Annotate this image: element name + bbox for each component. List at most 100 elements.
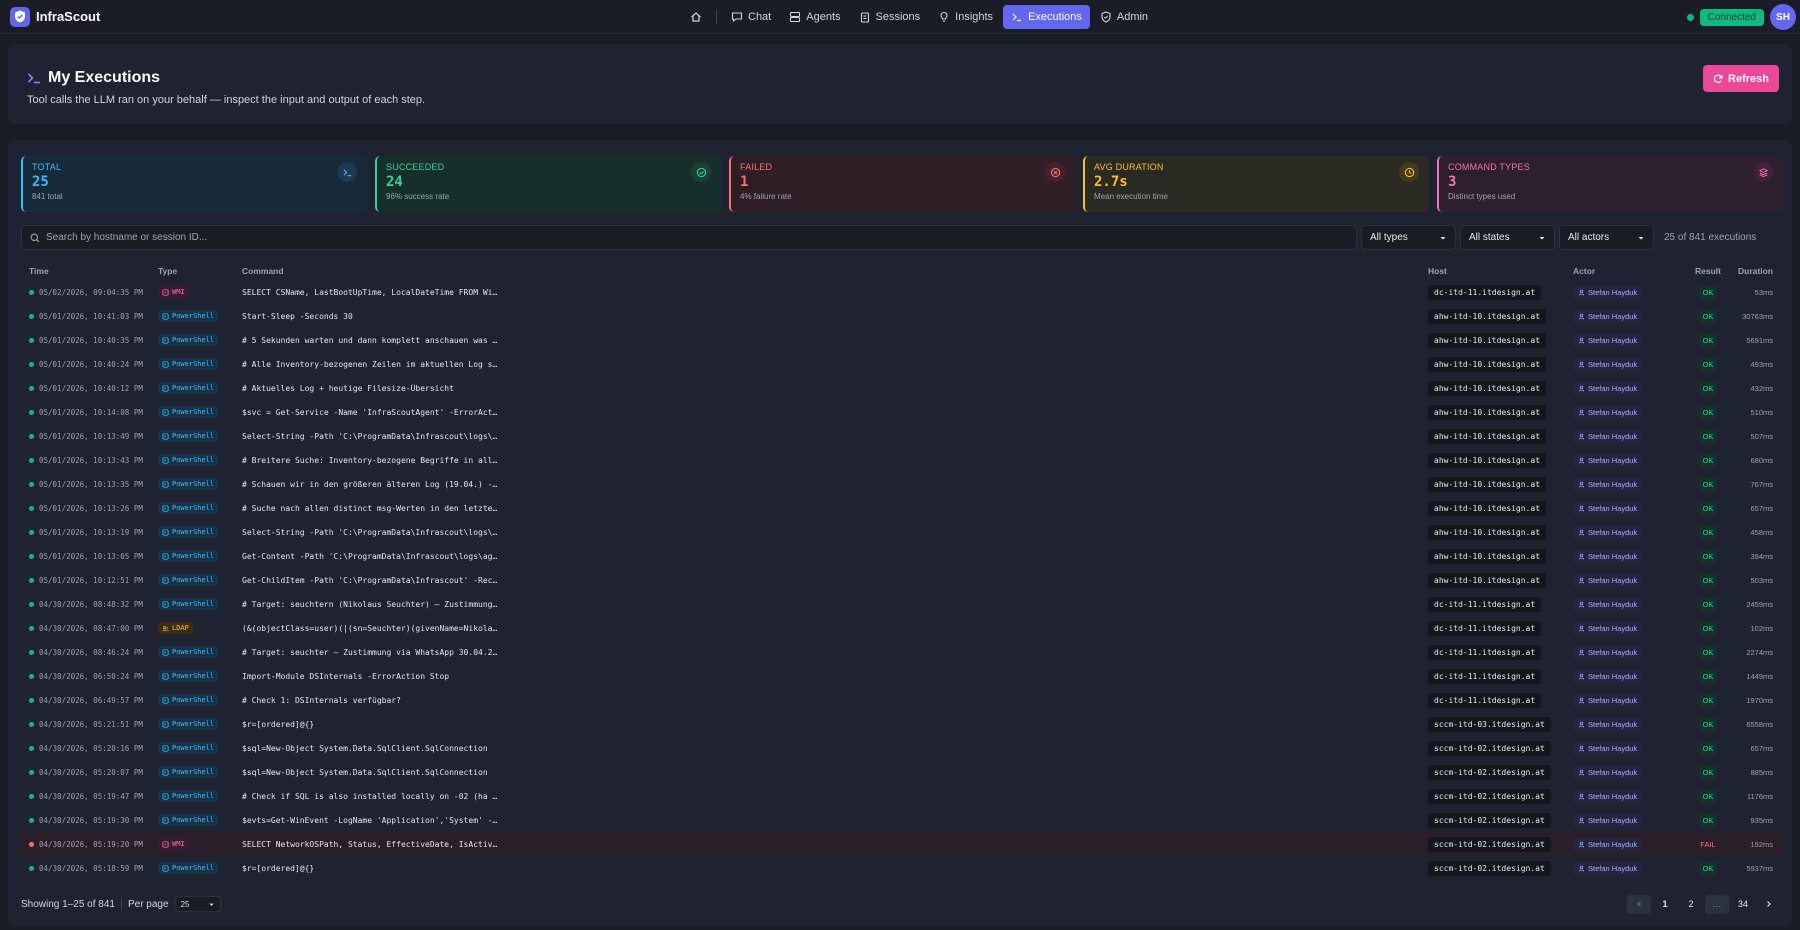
brand[interactable]: InfraScout — [10, 6, 100, 27]
time-cell: 04/30/2026, 05:19:47 PM — [21, 792, 158, 801]
actor-cell: Stefan Hayduk — [1573, 573, 1689, 587]
command-cell[interactable]: SELECT CSName, LastBootUpTime, LocalDate… — [242, 288, 1428, 297]
user-avatar[interactable]: SH — [1770, 4, 1796, 30]
command-cell[interactable]: # Aktuelles Log + heutige Filesize-Übers… — [242, 384, 1428, 393]
table-row[interactable]: 05/01/2026, 10:41:03 PM PowerShell Start-S… — [21, 304, 1781, 328]
command-cell[interactable]: # Check 1: DSInternals verfügbar? — [242, 696, 1428, 705]
time-cell: 05/02/2026, 09:04:35 PM — [21, 288, 158, 297]
page-button-34[interactable]: 34 — [1731, 895, 1755, 914]
table-row[interactable]: 05/01/2026, 10:14:08 PM PowerShell $svc = … — [21, 400, 1781, 424]
host-cell: sccm-itd-02.itdesign.at — [1428, 836, 1573, 852]
command-cell[interactable]: Import-Module DSInternals -ErrorAction S… — [242, 672, 1428, 681]
table-row[interactable]: 04/30/2026, 05:18:59 PM PowerShell $r=[ord… — [21, 856, 1781, 880]
table-row[interactable]: 04/30/2026, 05:20:16 PM PowerShell $sql=Ne… — [21, 736, 1781, 760]
table-row[interactable]: 04/30/2026, 05:21:51 PM PowerShell $r=[ord… — [21, 712, 1781, 736]
command-cell[interactable]: (&(objectClass=user)(|(sn=Seuchter)(give… — [242, 624, 1428, 633]
command-cell[interactable]: # Breitere Suche: Inventory-bezogene Beg… — [242, 456, 1428, 465]
page-button-1[interactable]: 1 — [1653, 895, 1677, 914]
result-cell: OK — [1689, 549, 1727, 563]
command-cell[interactable]: $evts=Get-WinEvent -LogName 'Application… — [242, 816, 1428, 825]
command-cell[interactable]: $sql=New-Object System.Data.SqlClient.Sq… — [242, 768, 1428, 777]
duration-cell: 192ms — [1750, 839, 1773, 849]
actor-filter-select[interactable]: All actors — [1559, 225, 1654, 250]
command-cell[interactable]: # Alle Inventory-bezogenen Zeilen im akt… — [242, 360, 1428, 369]
table-row[interactable]: 04/30/2026, 08:48:32 PM PowerShell # Targe… — [21, 592, 1781, 616]
next-page-button[interactable] — [1757, 895, 1781, 914]
host-cell: dc-itd-11.itdesign.at — [1428, 596, 1573, 612]
table-row[interactable]: 05/01/2026, 10:40:35 PM PowerShell # 5 Sek… — [21, 328, 1781, 352]
table-row[interactable]: 05/02/2026, 09:04:35 PM WMI SELECT CSName,… — [21, 280, 1781, 304]
command-cell[interactable]: # Target: seuchter — Zustimmung via What… — [242, 648, 1428, 657]
table-row[interactable]: 04/30/2026, 08:47:00 PM LDAP (&(objectClas… — [21, 616, 1781, 640]
command-cell[interactable]: Start-Sleep -Seconds 30 — [242, 312, 1428, 321]
command-cell[interactable]: # Suche nach allen distinct msg-Werten i… — [242, 504, 1428, 513]
table-row[interactable]: 05/01/2026, 10:13:43 PM PowerShell # Breit… — [21, 448, 1781, 472]
command-cell[interactable]: $svc = Get-Service -Name 'InfraScoutAgen… — [242, 408, 1428, 417]
search-input[interactable] — [46, 232, 1346, 243]
type-filter-select[interactable]: All types — [1361, 225, 1456, 250]
nav-sessions[interactable]: Sessions — [851, 5, 929, 29]
table-row[interactable]: 05/01/2026, 10:13:05 PM PowerShell Get-Con… — [21, 544, 1781, 568]
state-filter-select[interactable]: All states — [1460, 225, 1555, 250]
column-header-actor[interactable]: Actor — [1573, 266, 1689, 276]
host-badge: sccm-itd-02.itdesign.at — [1428, 836, 1551, 852]
command-cell[interactable]: Select-String -Path 'C:\ProgramData\Infr… — [242, 528, 1428, 537]
table-row[interactable]: 05/01/2026, 10:40:12 PM PowerShell # Aktue… — [21, 376, 1781, 400]
column-header-command[interactable]: Command — [242, 266, 1428, 276]
actor-badge: Stefan Hayduk — [1573, 621, 1643, 635]
command-cell[interactable]: Select-String -Path 'C:\ProgramData\Infr… — [242, 432, 1428, 441]
type-badge: PowerShell — [158, 646, 219, 658]
nav-admin[interactable]: Admin — [1092, 5, 1156, 29]
table-row[interactable]: 05/01/2026, 10:13:49 PM PowerShell Select-… — [21, 424, 1781, 448]
page-button-2[interactable]: 2 — [1679, 895, 1703, 914]
table-row[interactable]: 04/30/2026, 06:50:24 PM PowerShell Import-… — [21, 664, 1781, 688]
command-cell[interactable]: Get-Content -Path 'C:\ProgramData\Infras… — [242, 552, 1428, 561]
table-row[interactable]: 05/01/2026, 10:12:51 PM PowerShell Get-Chi… — [21, 568, 1781, 592]
command-cell[interactable]: $sql=New-Object System.Data.SqlClient.Sq… — [242, 744, 1428, 753]
table-row[interactable]: 04/30/2026, 05:20:07 PM PowerShell $sql=Ne… — [21, 760, 1781, 784]
table-row[interactable]: 05/01/2026, 10:13:19 PM PowerShell Select-… — [21, 520, 1781, 544]
refresh-button[interactable]: Refresh — [1703, 65, 1779, 92]
command-cell[interactable]: $r=[ordered]@{} — [242, 864, 1428, 873]
column-header-time[interactable]: Time — [21, 266, 158, 276]
table-row[interactable]: 05/01/2026, 10:13:35 PM PowerShell # Schau… — [21, 472, 1781, 496]
actor-name: Stefan Hayduk — [1588, 647, 1638, 657]
type-value: PowerShell — [172, 360, 215, 368]
column-header-type[interactable]: Type — [158, 266, 242, 276]
type-value: PowerShell — [172, 864, 215, 872]
user-icon — [1578, 601, 1585, 607]
column-header-result[interactable]: Result — [1689, 266, 1727, 276]
table-row[interactable]: 04/30/2026, 05:19:20 PM WMI SELECT Network… — [21, 832, 1781, 856]
table-row[interactable]: 04/30/2026, 05:19:47 PM PowerShell # Check… — [21, 784, 1781, 808]
result-badge: OK — [1698, 285, 1718, 299]
command-cell[interactable]: $r=[ordered]@{} — [242, 720, 1428, 729]
command-cell[interactable]: # Check if SQL is also installed locally… — [242, 792, 1428, 801]
nav-chat[interactable]: Chat — [723, 5, 779, 29]
actor-cell: Stefan Hayduk — [1573, 621, 1689, 635]
stat-card-failed: FAILED 1 4% failure rate — [729, 156, 1075, 212]
column-header-host[interactable]: Host — [1428, 266, 1573, 276]
result-cell: OK — [1689, 525, 1727, 539]
pager: 1 2 … 34 — [1627, 894, 1781, 914]
search-box[interactable] — [21, 225, 1357, 250]
table-row[interactable]: 04/30/2026, 06:49:57 PM PowerShell # Check… — [21, 688, 1781, 712]
nav-agents[interactable]: Agents — [781, 5, 848, 29]
nav-home[interactable] — [682, 5, 710, 29]
command-cell[interactable]: SELECT NetworkOSPath, Status, EffectiveD… — [242, 840, 1428, 849]
nav-executions[interactable]: Executions — [1003, 5, 1090, 29]
command-cell[interactable]: # Target: seuchtern (Nikolaus Seuchter) … — [242, 600, 1428, 609]
table-row[interactable]: 04/30/2026, 08:46:24 PM PowerShell # Targe… — [21, 640, 1781, 664]
table-row[interactable]: 05/01/2026, 10:40:24 PM PowerShell # Alle … — [21, 352, 1781, 376]
prev-page-button[interactable] — [1627, 894, 1651, 914]
per-page-select[interactable]: 25 — [174, 896, 221, 912]
host-cell: ahw-itd-10.itdesign.at — [1428, 524, 1573, 540]
command-cell[interactable]: # 5 Sekunden warten und dann komplett an… — [242, 336, 1428, 345]
nav-insights[interactable]: Insights — [930, 5, 1001, 29]
command-cell[interactable]: # Schauen wir in den größeren älteren Lo… — [242, 480, 1428, 489]
column-header-duration[interactable]: Duration — [1727, 266, 1781, 276]
time-value: 05/02/2026, 09:04:35 PM — [39, 287, 143, 297]
table-row[interactable]: 04/30/2026, 05:19:30 PM PowerShell $evts=G… — [21, 808, 1781, 832]
type-cell: PowerShell — [158, 670, 242, 682]
table-row[interactable]: 05/01/2026, 10:13:26 PM PowerShell # Suche… — [21, 496, 1781, 520]
command-cell[interactable]: Get-ChildItem -Path 'C:\ProgramData\Infr… — [242, 576, 1428, 585]
